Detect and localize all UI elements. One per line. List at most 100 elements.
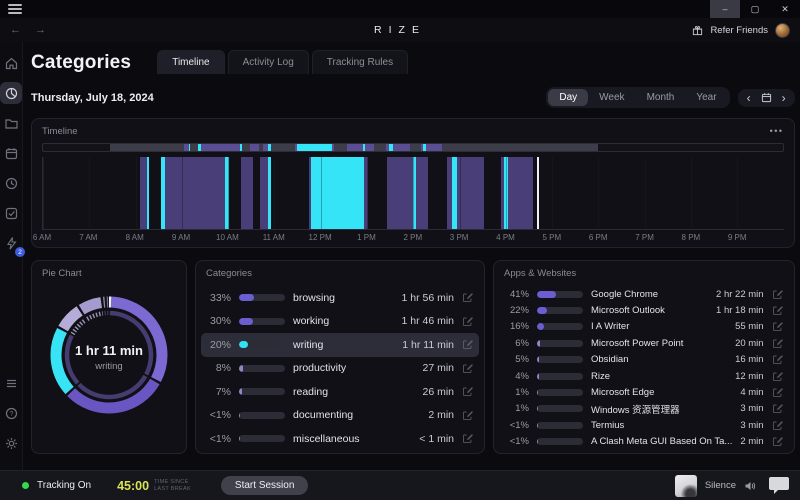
timeline-segment[interactable] — [387, 157, 412, 229]
table-row-rize[interactable]: 4%Rize12 min — [499, 368, 789, 384]
timeline-segment[interactable] — [508, 157, 534, 229]
sidebar-item-home[interactable] — [0, 52, 22, 74]
table-row-i-a-writer[interactable]: 16%I A Writer55 min — [499, 319, 789, 335]
tab-timeline[interactable]: Timeline — [157, 50, 224, 74]
table-row-writing[interactable]: 20%writing1 hr 11 min — [201, 333, 479, 357]
edit-icon[interactable] — [772, 420, 783, 431]
table-row-reading[interactable]: 7%reading26 min — [201, 380, 479, 404]
sidebar-item-sessions[interactable]: 2 — [0, 232, 22, 254]
tab-activity-log[interactable]: Activity Log — [228, 50, 309, 74]
table-row-browsing[interactable]: 33%browsing1 hr 56 min — [201, 286, 479, 310]
edit-icon[interactable] — [462, 410, 473, 421]
table-row-obsidian[interactable]: 5%Obsidian16 min — [499, 352, 789, 368]
table-row-miscellaneous[interactable]: <1%miscellaneous< 1 min — [201, 427, 479, 451]
tab-tracking-rules[interactable]: Tracking Rules — [312, 50, 408, 74]
sidebar-item-help[interactable]: ? — [0, 402, 22, 424]
close-button[interactable]: ✕ — [770, 0, 800, 18]
edit-icon[interactable] — [772, 338, 783, 349]
tracking-status-label: Tracking On — [37, 480, 91, 491]
edit-icon[interactable] — [772, 321, 783, 332]
timeline-segment[interactable] — [165, 157, 225, 229]
sidebar-item-tasks[interactable] — [0, 202, 22, 224]
range-option-day[interactable]: Day — [548, 89, 588, 106]
timeline-overview[interactable] — [42, 143, 784, 152]
speaker-icon[interactable] — [744, 480, 756, 492]
timeline-segment[interactable] — [416, 157, 429, 229]
sidebar-item-categories[interactable] — [0, 82, 22, 104]
range-option-month[interactable]: Month — [636, 89, 686, 106]
edit-icon[interactable] — [772, 305, 783, 316]
edit-icon[interactable] — [462, 339, 473, 350]
table-row-a-clash-meta-gui-based-on-ta[interactable]: <1%A Clash Meta GUI Based On Ta...2 min — [499, 434, 789, 450]
timeline-panel-title: Timeline — [42, 126, 78, 137]
edit-icon[interactable] — [772, 371, 783, 382]
row-label: reading — [293, 386, 414, 398]
gridline — [413, 157, 414, 229]
row-duration: 2 min — [740, 436, 763, 447]
categories-panel-title: Categories — [206, 268, 252, 279]
next-date-button[interactable]: › — [782, 92, 786, 104]
table-row-google-chrome[interactable]: 41%Google Chrome2 hr 22 min — [499, 286, 789, 302]
prev-date-button[interactable]: ‹ — [747, 92, 751, 104]
sidebar-item-projects[interactable] — [0, 112, 22, 134]
edit-icon[interactable] — [772, 436, 783, 447]
edit-icon[interactable] — [462, 363, 473, 374]
sidebar-item-reports[interactable] — [0, 372, 22, 394]
row-label: Microsoft Power Point — [591, 338, 727, 349]
timeline-segment[interactable] — [311, 157, 364, 229]
edit-icon[interactable] — [462, 316, 473, 327]
row-bar — [239, 365, 285, 372]
edit-icon[interactable] — [462, 386, 473, 397]
range-option-year[interactable]: Year — [685, 89, 727, 106]
sidebar-item-history[interactable] — [0, 172, 22, 194]
timeline-menu-button[interactable]: ••• — [770, 126, 784, 137]
back-button[interactable]: ← — [10, 24, 21, 36]
row-percent: 6% — [505, 338, 529, 349]
edit-icon[interactable] — [772, 289, 783, 300]
table-row-productivity[interactable]: 8%productivity27 min — [201, 357, 479, 381]
table-row-microsoft-power-point[interactable]: 6%Microsoft Power Point20 min — [499, 335, 789, 351]
axis-tick: 9 PM — [728, 233, 747, 242]
row-bar — [537, 356, 583, 363]
table-row-working[interactable]: 30%working1 hr 46 min — [201, 310, 479, 334]
table-row-microsoft-outlook[interactable]: 22%Microsoft Outlook1 hr 18 min — [499, 302, 789, 318]
timeline-segment[interactable] — [147, 157, 149, 229]
maximize-button[interactable]: ▢ — [740, 0, 770, 18]
edit-icon[interactable] — [462, 292, 473, 303]
refer-friends-link[interactable]: Refer Friends — [710, 25, 768, 36]
edit-icon[interactable] — [772, 354, 783, 365]
table-row-microsoft-edge[interactable]: 1%Microsoft Edge4 min — [499, 384, 789, 400]
chat-bubble-icon[interactable] — [768, 476, 790, 495]
edit-icon[interactable] — [462, 433, 473, 444]
start-session-button[interactable]: Start Session — [221, 476, 308, 495]
timeline-segment[interactable] — [260, 157, 268, 229]
sidebar-item-calendar[interactable] — [0, 142, 22, 164]
svg-text:?: ? — [9, 411, 13, 418]
edit-icon[interactable] — [772, 403, 783, 414]
row-percent: 5% — [505, 354, 529, 365]
overview-segment — [426, 144, 443, 151]
menu-icon[interactable] — [8, 2, 22, 17]
gridline — [182, 157, 183, 229]
row-duration: 2 hr 22 min — [716, 289, 764, 300]
table-row-documenting[interactable]: <1%documenting2 min — [201, 404, 479, 428]
calendar-icon[interactable] — [761, 92, 772, 103]
timeline-segment[interactable] — [268, 157, 272, 229]
row-bar — [537, 373, 583, 380]
range-option-week[interactable]: Week — [588, 89, 635, 106]
main-content: Categories TimelineActivity LogTracking … — [23, 42, 800, 470]
timeline-segment[interactable] — [241, 157, 254, 229]
row-percent: 7% — [207, 386, 231, 398]
forward-button[interactable]: → — [35, 24, 46, 36]
avatar[interactable] — [775, 23, 790, 38]
sidebar-item-settings[interactable] — [0, 432, 22, 454]
timeline-segment[interactable] — [457, 157, 483, 229]
overview-segment — [365, 144, 373, 151]
table-row-termius[interactable]: <1%Termius3 min — [499, 417, 789, 433]
row-percent: <1% — [505, 436, 529, 447]
table-row-windows[interactable]: 1%Windows 资源管理器3 min — [499, 401, 789, 417]
timeline-segment[interactable] — [140, 157, 147, 229]
gridline — [691, 157, 692, 229]
minimize-button[interactable]: – — [710, 0, 740, 18]
edit-icon[interactable] — [772, 387, 783, 398]
